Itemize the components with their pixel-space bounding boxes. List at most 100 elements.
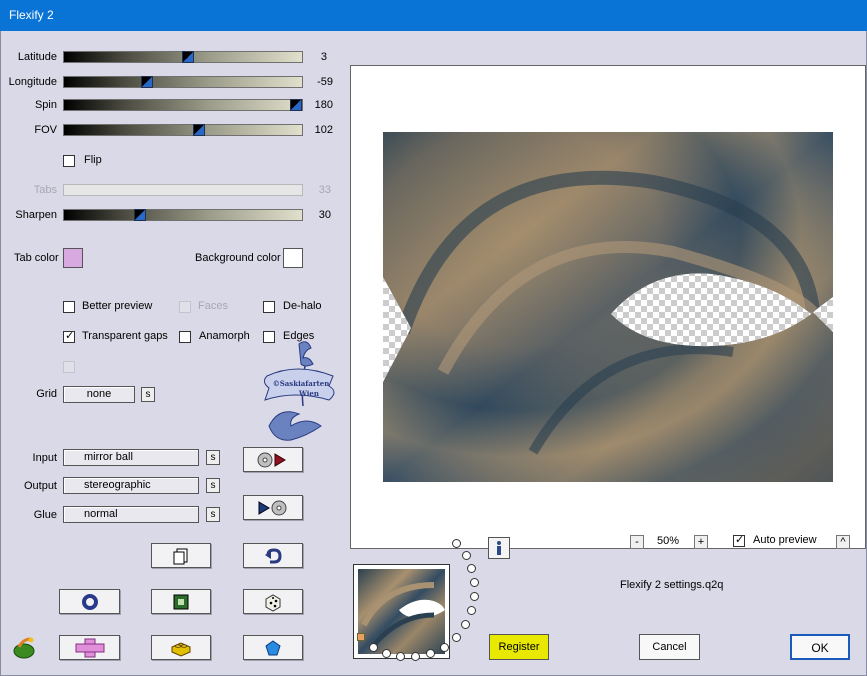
auto-preview-checkbox[interactable]: ✓	[733, 534, 745, 547]
disc-play-icon	[257, 452, 286, 467]
ok-button[interactable]: OK	[790, 634, 850, 660]
grid-select[interactable]: none	[63, 386, 135, 403]
tabs-slider	[63, 184, 303, 196]
spin-thumb[interactable]	[290, 99, 302, 111]
tabs-value: 33	[318, 184, 331, 196]
fov-label: FOV	[34, 124, 57, 136]
grid-s-button[interactable]: s	[141, 387, 155, 402]
gem-button[interactable]	[243, 635, 303, 660]
collapse-button[interactable]: ^	[836, 535, 850, 549]
angle-dot[interactable]	[470, 592, 479, 601]
tab-color-swatch[interactable]	[63, 248, 83, 268]
input-select[interactable]: mirror ball	[63, 449, 199, 466]
dice-icon	[265, 593, 281, 612]
longitude-value: -59	[317, 76, 333, 88]
copy-button[interactable]	[151, 543, 211, 568]
anamorph-checkbox[interactable]	[179, 331, 191, 343]
hidden-option-checkbox	[63, 361, 75, 373]
output-label: Output	[23, 480, 57, 492]
sharpen-thumb[interactable]	[134, 209, 146, 221]
background-color-label: Background color	[195, 252, 281, 264]
undo-icon	[265, 547, 282, 563]
cancel-button[interactable]: Cancel	[639, 634, 700, 660]
fov-slider[interactable]	[63, 124, 303, 136]
info-button[interactable]	[488, 537, 510, 559]
fov-thumb[interactable]	[193, 124, 205, 136]
input-label: Input	[32, 452, 57, 464]
frame-icon	[173, 594, 189, 609]
preview-panel[interactable]	[350, 65, 866, 549]
spin-slider[interactable]	[63, 99, 303, 111]
glue-select[interactable]: normal	[63, 506, 199, 523]
angle-dot[interactable]	[426, 649, 435, 658]
anamorph-label: Anamorph	[199, 330, 250, 342]
navigator-handle[interactable]	[357, 633, 365, 641]
flip-checkbox[interactable]	[63, 155, 75, 167]
faces-label: Faces	[198, 300, 228, 312]
input-s-button[interactable]: s	[206, 450, 220, 465]
latitude-slider[interactable]	[63, 51, 303, 63]
ring-button[interactable]	[59, 589, 120, 614]
angle-dot[interactable]	[396, 652, 405, 661]
settings-filename: Flexify 2 settings.q2q	[620, 579, 724, 591]
random-button[interactable]	[243, 589, 303, 614]
logo-icon	[11, 637, 37, 659]
cross-icon	[75, 638, 104, 657]
frame-button[interactable]	[151, 589, 211, 614]
check-icon: ✓	[65, 330, 75, 342]
brick-button[interactable]	[151, 635, 211, 660]
output-browse-button[interactable]	[243, 495, 303, 520]
longitude-thumb[interactable]	[141, 76, 153, 88]
angle-dot[interactable]	[452, 539, 461, 548]
de-halo-checkbox[interactable]	[263, 301, 275, 313]
transparent-gaps-checkbox[interactable]: ✓	[63, 330, 75, 343]
dialog-body: Latitude 3 Longitude -59 Spin 180 FOV 10…	[0, 31, 867, 676]
latitude-thumb[interactable]	[182, 51, 194, 63]
angle-dot[interactable]	[461, 620, 470, 629]
transparent-gaps-label: Transparent gaps	[82, 330, 168, 342]
background-color-swatch[interactable]	[283, 248, 303, 268]
longitude-slider[interactable]	[63, 76, 303, 88]
better-preview-checkbox[interactable]	[63, 301, 75, 313]
zoom-in-button[interactable]: +	[694, 535, 708, 549]
de-halo-label: De-halo	[283, 300, 322, 312]
angle-dot[interactable]	[467, 564, 476, 573]
plugin-button[interactable]	[59, 635, 120, 660]
spin-label: Spin	[34, 99, 57, 111]
play-disc-icon	[258, 500, 287, 515]
info-icon	[497, 541, 501, 555]
undo-button[interactable]	[243, 543, 303, 568]
better-preview-label: Better preview	[82, 300, 153, 312]
zoom-value: 50%	[657, 535, 680, 547]
lego-brick-icon	[171, 641, 191, 657]
tab-color-label: Tab color	[14, 252, 59, 264]
svg-text:Wien: Wien	[298, 389, 319, 398]
output-s-button[interactable]: s	[206, 478, 220, 493]
thumbnail-navigator[interactable]	[353, 564, 450, 659]
angle-dot[interactable]	[411, 652, 420, 661]
sharpen-slider[interactable]	[63, 209, 303, 221]
angle-dot[interactable]	[462, 551, 471, 560]
grid-label: Grid	[36, 388, 57, 400]
faces-checkbox	[179, 301, 191, 313]
auto-preview-label: Auto preview	[753, 534, 817, 546]
check-icon: ✓	[735, 534, 745, 546]
longitude-label: Longitude	[8, 76, 57, 88]
latitude-value: 3	[320, 51, 327, 63]
window-title: Flexify 2	[0, 0, 867, 31]
output-select[interactable]: stereographic	[63, 477, 199, 494]
angle-dot[interactable]	[467, 606, 476, 615]
glue-s-button[interactable]: s	[206, 507, 220, 522]
angle-dot[interactable]	[382, 649, 391, 658]
register-button[interactable]: Register	[489, 634, 549, 660]
angle-dot[interactable]	[470, 578, 479, 587]
angle-dot[interactable]	[369, 643, 378, 652]
preview-image	[383, 132, 833, 482]
angle-dot[interactable]	[452, 633, 461, 642]
tabs-label: Tabs	[33, 184, 57, 196]
input-browse-button[interactable]	[243, 447, 303, 472]
spin-value: 180	[314, 99, 333, 111]
zoom-out-button[interactable]: -	[630, 535, 644, 549]
angle-dot[interactable]	[440, 643, 449, 652]
svg-text:©Saskiafarten: ©Saskiafarten	[273, 379, 330, 388]
